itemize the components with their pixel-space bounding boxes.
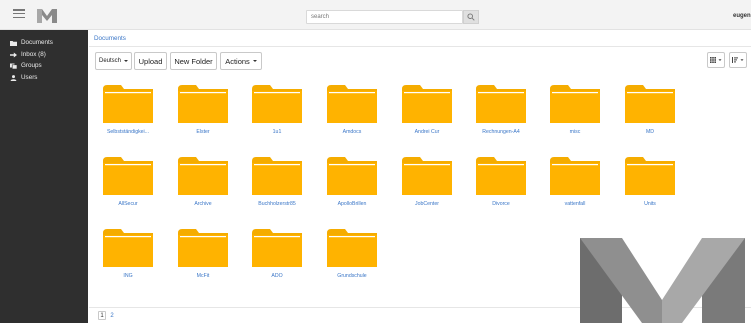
- folder-item[interactable]: Buchholzerstr85: [252, 157, 302, 207]
- folder-label: Buchholzerstr85: [258, 201, 296, 207]
- folder-icon: [252, 229, 302, 267]
- folder-item[interactable]: Rechnungen-A4: [476, 85, 526, 135]
- folder-icon: [476, 157, 526, 195]
- folder-label: Units: [644, 201, 656, 207]
- folder-item[interactable]: Grundschule: [327, 229, 377, 279]
- sidebar-item-label: Users: [21, 74, 38, 81]
- actions-button[interactable]: Actions: [220, 52, 262, 70]
- folder-item[interactable]: ING: [103, 229, 153, 279]
- sidebar-item-groups[interactable]: Groups: [10, 61, 42, 70]
- folder-label: ApolloBrillen: [337, 201, 367, 207]
- folder-icon: [625, 157, 675, 195]
- arrow-right-icon: [10, 52, 17, 58]
- folder-label: Grundschule: [337, 273, 367, 279]
- folder-icon: [625, 85, 675, 123]
- language-select[interactable]: Deutsch: [95, 52, 132, 70]
- group-icon: [10, 63, 17, 69]
- chevron-down-icon: [124, 60, 128, 62]
- divider: [89, 46, 751, 47]
- folder-label: Divorce: [492, 201, 510, 207]
- folder-label: vattenfall: [564, 201, 586, 207]
- folder-label: AllSecur: [118, 201, 138, 207]
- app-logo[interactable]: [36, 7, 58, 24]
- folder-label: 1u1: [272, 129, 282, 135]
- folder-icon: [178, 229, 228, 267]
- folder-item[interactable]: vattenfall: [550, 157, 600, 207]
- folder-icon: [327, 85, 377, 123]
- user-icon: [10, 74, 17, 81]
- folder-icon: [252, 85, 302, 123]
- folder-item[interactable]: ApolloBrillen: [327, 157, 377, 207]
- folder-item[interactable]: McFit: [178, 229, 228, 279]
- folder-item[interactable]: Andrei Cur: [402, 85, 452, 135]
- folder-label: Amdocs: [342, 129, 362, 135]
- sidebar-item-documents[interactable]: Documents: [10, 38, 53, 47]
- search-input[interactable]: search: [306, 10, 463, 24]
- folder-icon: [402, 157, 452, 195]
- grid-view-button[interactable]: [707, 52, 725, 68]
- chevron-down-icon: [252, 60, 257, 62]
- folder-icon: [476, 85, 526, 123]
- folder-label: ING: [123, 273, 133, 279]
- folder-item[interactable]: JobCenter: [402, 157, 452, 207]
- folder-item[interactable]: Selbstständigkei...: [103, 85, 153, 135]
- folder-icon: [103, 85, 153, 123]
- folder-label: Andrei Cur: [414, 129, 440, 135]
- watermark-logo: [580, 238, 745, 323]
- folder-item[interactable]: 1u1: [252, 85, 302, 135]
- folder-label: Elster: [196, 129, 210, 135]
- folder-label: Selbstständigkei...: [106, 129, 150, 135]
- folder-item[interactable]: Units: [625, 157, 675, 207]
- folder-icon: [327, 229, 377, 267]
- folder-item[interactable]: Divorce: [476, 157, 526, 207]
- new-folder-button[interactable]: New Folder: [170, 52, 217, 70]
- sidebar-item-label: Documents: [21, 39, 53, 46]
- folder-label: Archive: [194, 201, 212, 207]
- search-icon: [467, 13, 475, 21]
- grid-icon: [710, 57, 722, 63]
- folder-label: misc: [569, 129, 581, 135]
- upload-button[interactable]: Upload: [134, 52, 167, 70]
- folder-label: JobCenter: [415, 201, 439, 207]
- sidebar-item-users[interactable]: Users: [10, 73, 37, 82]
- folder-label: McFit: [196, 273, 210, 279]
- folder-item[interactable]: MD: [625, 85, 675, 135]
- folder-item[interactable]: Archive: [178, 157, 228, 207]
- language-select-label: Deutsch: [98, 58, 121, 64]
- folder-icon: [178, 85, 228, 123]
- sidebar-item-inbox[interactable]: Inbox (8): [10, 50, 46, 59]
- folder-icon: [103, 229, 153, 267]
- folder-icon: [252, 157, 302, 195]
- folder-label: Rechnungen-A4: [482, 129, 520, 135]
- top-bar: search eugen: [0, 0, 751, 30]
- sort-icon: [732, 57, 744, 63]
- breadcrumb[interactable]: Documents: [94, 35, 126, 42]
- folder-item[interactable]: Amdocs: [327, 85, 377, 135]
- user-menu[interactable]: eugen: [733, 13, 751, 19]
- sidebar-item-label: Groups: [21, 62, 42, 69]
- page-1-button[interactable]: 1: [98, 311, 106, 320]
- folder-item[interactable]: misc: [550, 85, 600, 135]
- sort-button[interactable]: [729, 52, 747, 68]
- folder-icon: [103, 157, 153, 195]
- sidebar-item-label: Inbox (8): [21, 51, 46, 58]
- search-button[interactable]: [463, 10, 479, 24]
- folder-icon: [178, 157, 228, 195]
- folder-label: ADO: [271, 273, 283, 279]
- folder-icon: [327, 157, 377, 195]
- actions-button-label: Actions: [225, 56, 250, 66]
- folder-icon: [402, 85, 452, 123]
- folder-item[interactable]: ADO: [252, 229, 302, 279]
- page-2-button[interactable]: 2: [108, 311, 116, 320]
- folder-icon: [10, 40, 17, 46]
- menu-icon[interactable]: [13, 9, 25, 19]
- folder-label: MD: [645, 129, 655, 135]
- folder-icon: [550, 85, 600, 123]
- folder-item[interactable]: Elster: [178, 85, 228, 135]
- folder-icon: [550, 157, 600, 195]
- folder-item[interactable]: AllSecur: [103, 157, 153, 207]
